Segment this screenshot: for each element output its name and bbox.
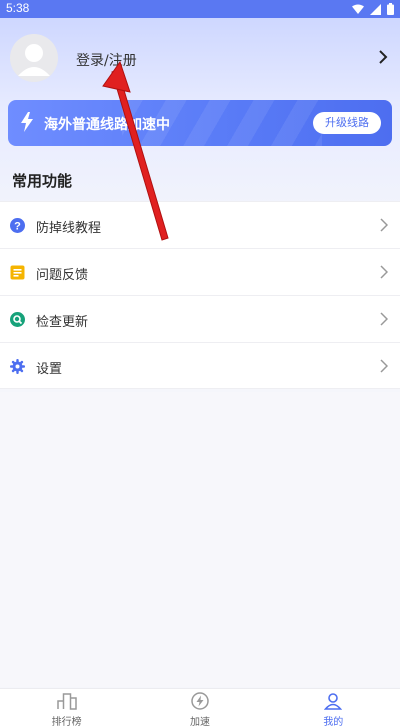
- status-icons: [352, 3, 394, 15]
- default-avatar-icon: [10, 34, 58, 82]
- tab-label: 我的: [323, 717, 344, 728]
- user-icon: [324, 693, 343, 710]
- chevron-right-icon: [380, 265, 388, 279]
- menu-item-label: 防掉线教程: [36, 221, 102, 236]
- signal-icon: [370, 3, 381, 15]
- bolt-icon: [21, 112, 33, 132]
- status-bar: 5:38: [0, 0, 400, 18]
- battery-icon: [387, 3, 394, 15]
- empty-content-area: [0, 392, 400, 687]
- update-search-icon: [10, 312, 25, 327]
- tab-mine[interactable]: 我的: [267, 689, 400, 728]
- chevron-right-icon: [380, 359, 388, 373]
- login-register-link[interactable]: 登录/注册: [76, 50, 137, 70]
- menu-item-settings[interactable]: 设置: [0, 342, 400, 389]
- status-time: 5:38: [6, 1, 30, 15]
- bolt-icon: [191, 692, 209, 710]
- upgrade-line-button[interactable]: 升级线路: [313, 112, 381, 134]
- chevron-right-icon: [380, 312, 388, 326]
- chevron-right-icon: [380, 218, 388, 232]
- banner-status-text: 海外普通线路加速中: [44, 117, 170, 133]
- bottom-tab-bar: 排行榜 加速 我的: [0, 688, 400, 728]
- ranking-icon: [56, 693, 77, 710]
- menu-item-feedback[interactable]: 问题反馈: [0, 248, 400, 295]
- function-menu: ? 防掉线教程 问题反馈 检查更新 设置: [0, 201, 400, 389]
- svg-text:?: ?: [14, 221, 21, 233]
- menu-item-check-update[interactable]: 检查更新: [0, 295, 400, 342]
- menu-item-label: 设置: [36, 362, 63, 377]
- tab-accelerate[interactable]: 加速: [133, 689, 266, 728]
- menu-item-label: 问题反馈: [36, 268, 89, 283]
- wifi-icon: [352, 4, 364, 14]
- section-title: 常用功能: [12, 172, 73, 190]
- gear-icon: [10, 359, 25, 374]
- tab-ranking[interactable]: 排行榜: [0, 689, 133, 728]
- menu-item-label: 检查更新: [36, 315, 89, 330]
- question-icon: ?: [10, 218, 25, 233]
- chevron-right-icon[interactable]: [378, 50, 388, 64]
- tab-label: 加速: [189, 717, 210, 728]
- acceleration-status-banner: 海外普通线路加速中 升级线路: [8, 100, 392, 146]
- menu-item-anti-disconnect-tutorial[interactable]: ? 防掉线教程: [0, 201, 400, 248]
- profile-login-row[interactable]: 登录/注册: [8, 34, 392, 84]
- avatar[interactable]: [10, 34, 58, 82]
- feedback-icon: [10, 265, 25, 280]
- tab-label: 排行榜: [51, 717, 82, 728]
